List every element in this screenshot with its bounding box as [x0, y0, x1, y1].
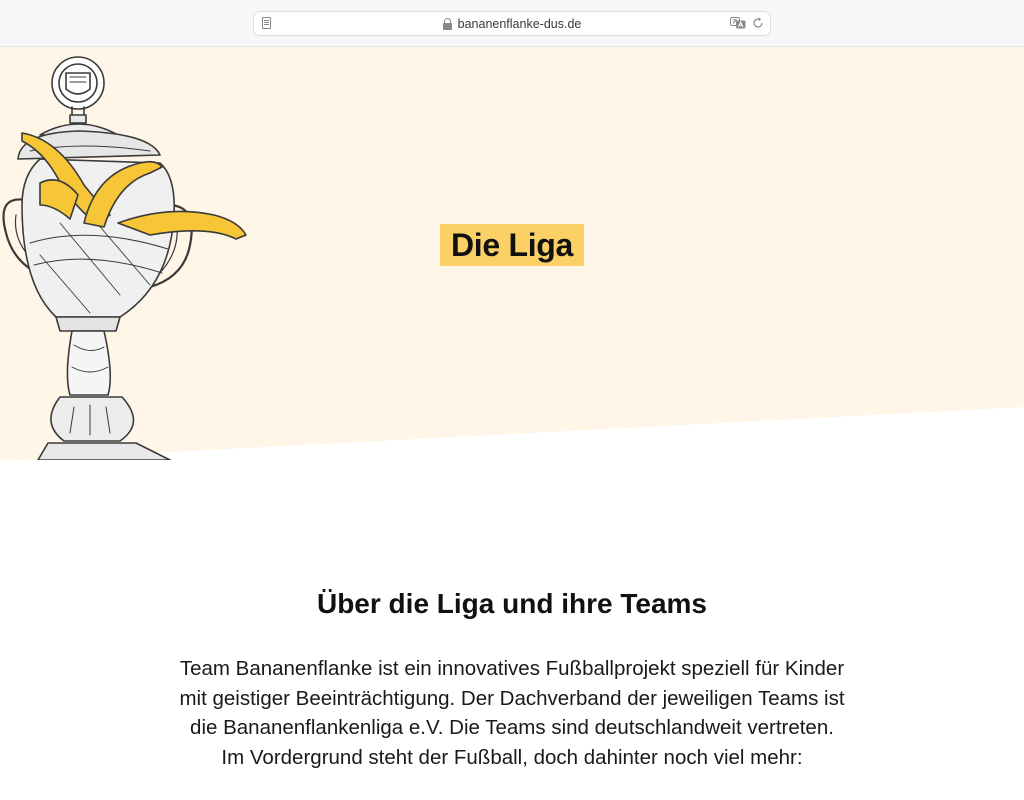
translate-icon[interactable] [730, 17, 746, 29]
hero-section: Die Liga [0, 47, 1024, 461]
browser-toolbar: bananenflanke-dus.de [0, 0, 1024, 47]
url-text[interactable]: bananenflanke-dus.de [458, 17, 582, 31]
intro-line: Team Bananenflanke ist ein innovatives F… [179, 657, 845, 680]
hero-title-highlight: Die Liga [440, 224, 584, 266]
intro-paragraph: Team Bananenflanke ist ein innovatives F… [132, 654, 892, 772]
page-title: Die Liga [450, 226, 574, 263]
intro-line: Im Vordergrund steht der Fußball, doch d… [221, 745, 803, 769]
address-bar[interactable]: bananenflanke-dus.de [253, 11, 771, 36]
section-heading: Über die Liga und ihre Teams [316, 588, 707, 619]
url-display[interactable]: bananenflanke-dus.de [254, 12, 770, 35]
intro-line: die Bananenflankenliga e.V. Die Teams si… [190, 716, 834, 739]
lock-icon [442, 17, 452, 30]
intro-line: mit geistiger Beeinträchtigung. Der Dach… [179, 686, 845, 710]
trophy-with-bananas-illustration [2, 56, 247, 460]
reload-icon[interactable] [752, 17, 764, 29]
